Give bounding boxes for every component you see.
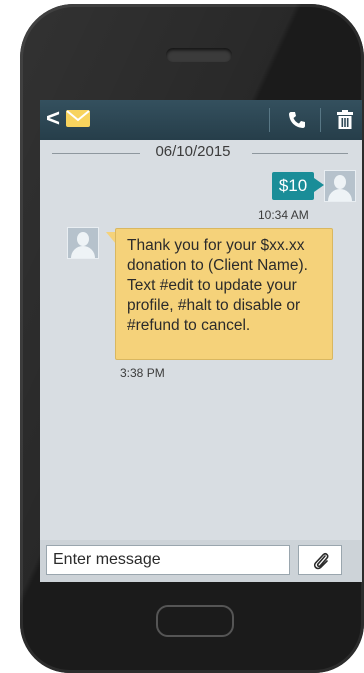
phone-screen: < 06/10/2015 $10 10:34 AM Thank you for … [40,100,362,582]
contact-avatar-icon [67,227,99,259]
phone-frame: < 06/10/2015 $10 10:34 AM Thank you for … [20,4,364,673]
envelope-icon [66,110,90,127]
date-divider-line [52,153,140,154]
header-divider [269,108,270,132]
date-divider-line [252,153,348,154]
back-button[interactable]: < [46,104,66,134]
app-header: < [40,100,362,140]
header-divider [320,108,321,132]
message-composer: Enter message [40,540,362,582]
paperclip-icon [313,553,329,570]
attach-button[interactable] [298,545,342,575]
received-message-time: 3:38 PM [120,366,165,380]
sent-message-time: 10:34 AM [258,208,309,222]
sent-message-bubble[interactable]: $10 [272,172,314,200]
conversation-date: 06/10/2015 [155,143,231,160]
phone-icon[interactable] [287,110,307,130]
my-avatar-icon [324,170,356,202]
message-input[interactable]: Enter message [46,545,290,575]
trash-icon[interactable] [336,110,354,130]
sent-bubble-tail [314,178,324,192]
received-message-bubble[interactable]: Thank you for your $xx.xx donation to (C… [115,228,333,360]
home-button[interactable] [156,605,234,637]
earpiece-speaker [166,48,232,62]
